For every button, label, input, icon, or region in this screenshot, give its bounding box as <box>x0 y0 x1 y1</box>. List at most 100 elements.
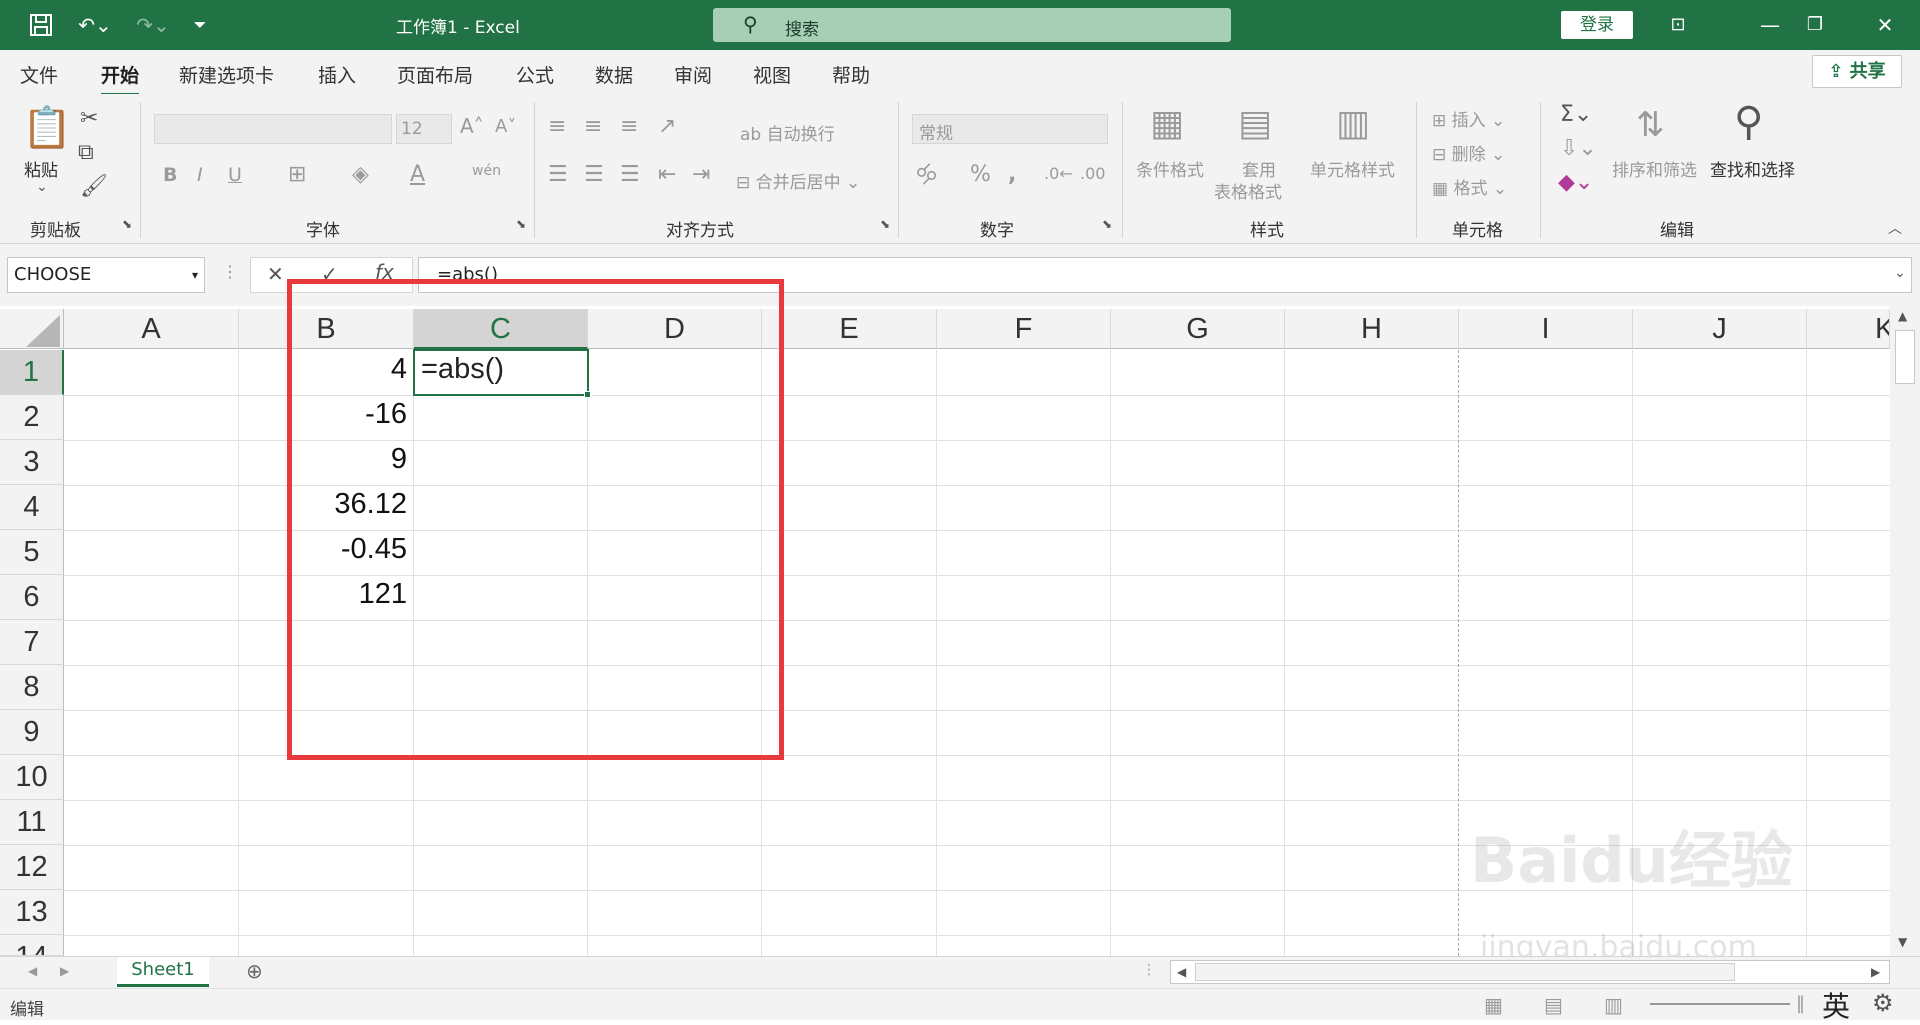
bold-icon[interactable]: B <box>163 166 177 185</box>
conditional-format-icon[interactable]: ▦ <box>1150 106 1184 142</box>
percent-icon[interactable]: % <box>970 164 991 186</box>
copy-icon[interactable]: ⧉ <box>78 142 94 164</box>
align-middle-icon[interactable]: ≡ <box>584 116 602 138</box>
conditional-format-label[interactable]: 条件格式 <box>1136 156 1204 181</box>
settings-gear-icon[interactable]: ⚙ <box>1872 991 1894 1015</box>
dialog-launcher-icon[interactable]: ⬊ <box>122 218 132 230</box>
phonetic-icon[interactable]: wén <box>472 164 501 178</box>
decrease-decimal-icon[interactable]: .00 <box>1080 166 1105 182</box>
underline-icon[interactable]: U <box>228 166 242 185</box>
undo-icon[interactable]: ↶⌄ <box>70 12 120 38</box>
row-header-3[interactable]: 3 <box>0 440 64 485</box>
font-size-combo[interactable]: 12 <box>396 114 452 144</box>
font-name-combo[interactable] <box>154 114 392 144</box>
customize-qat-icon[interactable]: ⏷ <box>188 12 212 38</box>
ime-indicator[interactable]: 英 <box>1822 985 1850 1025</box>
format-painter-icon[interactable]: 🖌 <box>80 176 108 198</box>
increase-font-icon[interactable]: A˄ <box>460 116 484 136</box>
tab-insert[interactable]: 插入 <box>318 61 356 88</box>
paste-dropdown-icon[interactable]: ⌄ <box>36 180 48 194</box>
scroll-right-icon[interactable]: ▶ <box>1871 966 1880 978</box>
row-header-2[interactable]: 2 <box>0 395 64 440</box>
format-table-label-2[interactable]: 表格格式 <box>1214 178 1282 203</box>
normal-view-icon[interactable]: ▦ <box>1484 995 1503 1015</box>
tab-page-layout[interactable]: 页面布局 <box>397 61 473 88</box>
vertical-scroll-thumb[interactable] <box>1895 330 1915 384</box>
name-box-dropdown-icon[interactable]: ▾ <box>192 258 198 292</box>
vertical-scrollbar[interactable]: ▲ ▼ <box>1890 306 1920 956</box>
align-center-icon[interactable]: ☰ <box>584 164 604 186</box>
expand-formula-icon[interactable]: ⌄ <box>1894 266 1906 280</box>
row-header-13[interactable]: 13 <box>0 890 64 935</box>
alignment-dialog-launcher-icon[interactable]: ⬊ <box>880 218 890 230</box>
row-header-6[interactable]: 6 <box>0 575 64 620</box>
page-break-view-icon[interactable]: ▥ <box>1604 995 1623 1015</box>
orientation-icon[interactable]: ↗ <box>658 116 676 138</box>
formula-bar-options-icon[interactable]: ⋮ <box>222 264 238 280</box>
clear-icon[interactable]: ◆⌄ <box>1558 172 1593 194</box>
font-color-icon[interactable]: A <box>410 164 425 186</box>
row-header-1[interactable]: 1 <box>0 350 64 395</box>
col-header-e[interactable]: E <box>762 309 937 349</box>
autosum-icon[interactable]: Σ⌄ <box>1560 104 1592 126</box>
zoom-slider[interactable] <box>1650 1003 1790 1005</box>
increase-indent-icon[interactable]: ⇥ <box>692 164 710 186</box>
align-top-icon[interactable]: ≡ <box>548 116 566 138</box>
horizontal-scroll-thumb[interactable] <box>1195 963 1735 981</box>
col-header-k[interactable]: K <box>1807 309 1890 349</box>
tab-home[interactable]: 开始 <box>101 61 140 96</box>
sheet-tab-sheet1[interactable]: Sheet1 <box>117 957 209 987</box>
row-header-14[interactable]: 14 <box>0 935 64 956</box>
scroll-left-icon[interactable]: ◀ <box>1177 966 1186 978</box>
sort-filter-icon[interactable]: ⇅ <box>1636 108 1665 142</box>
tab-file[interactable]: 文件 <box>20 61 58 88</box>
row-header-10[interactable]: 10 <box>0 755 64 800</box>
restore-icon[interactable]: ❐ <box>1800 12 1830 38</box>
tab-data[interactable]: 数据 <box>595 61 633 88</box>
merge-center-button[interactable]: ⊟ 合并后居中 ⌄ <box>736 168 860 193</box>
fill-color-icon[interactable]: ◈ <box>352 164 369 186</box>
borders-icon[interactable]: ⊞ <box>288 164 306 186</box>
ribbon-display-icon[interactable]: ⊡ <box>1663 12 1693 38</box>
redo-icon[interactable]: ↷⌄ <box>128 12 178 38</box>
horizontal-scrollbar[interactable]: ◀ ▶ <box>1170 960 1890 984</box>
decrease-font-icon[interactable]: A˅ <box>495 118 516 136</box>
wrap-text-button[interactable]: ab 自动换行 <box>740 120 835 145</box>
page-layout-view-icon[interactable]: ▤ <box>1544 995 1563 1015</box>
row-header-9[interactable]: 9 <box>0 710 64 755</box>
sort-filter-label[interactable]: 排序和筛选 <box>1612 156 1697 181</box>
tab-new[interactable]: 新建选项卡 <box>179 61 274 88</box>
decrease-indent-icon[interactable]: ⇤ <box>658 164 676 186</box>
name-box[interactable]: CHOOSE ▾ <box>7 257 205 293</box>
row-header-5[interactable]: 5 <box>0 530 64 575</box>
paste-label[interactable]: 粘贴 <box>24 156 58 181</box>
find-select-icon[interactable]: ⚲ <box>1734 102 1763 142</box>
cut-icon[interactable]: ✂ <box>80 108 98 130</box>
tab-help[interactable]: 帮助 <box>832 61 870 88</box>
tab-split-handle-icon[interactable]: ⋮ <box>1142 963 1156 977</box>
col-header-g[interactable]: G <box>1111 309 1285 349</box>
italic-icon[interactable]: I <box>197 166 203 185</box>
comma-style-icon[interactable]: , <box>1008 164 1016 186</box>
paste-icon[interactable]: 📋 <box>22 108 72 148</box>
row-header-4[interactable]: 4 <box>0 485 64 530</box>
col-header-i[interactable]: I <box>1459 309 1633 349</box>
collapse-ribbon-icon[interactable]: ︿ <box>1888 222 1902 236</box>
col-header-a[interactable]: A <box>64 309 239 349</box>
close-icon[interactable]: ✕ <box>1870 12 1900 38</box>
cell-styles-label[interactable]: 单元格样式 <box>1310 156 1395 181</box>
add-sheet-icon[interactable]: ⊕ <box>246 961 263 981</box>
next-sheet-icon[interactable]: ▶ <box>60 965 69 977</box>
align-bottom-icon[interactable]: ≡ <box>620 116 638 138</box>
minimize-icon[interactable]: — <box>1755 12 1785 38</box>
align-left-icon[interactable]: ☰ <box>548 164 568 186</box>
search-box[interactable]: ⚲ 搜索 <box>713 8 1231 42</box>
increase-decimal-icon[interactable]: .0← <box>1044 166 1073 182</box>
share-button[interactable]: ⇪ 共享 <box>1812 55 1902 88</box>
col-header-f[interactable]: F <box>937 309 1111 349</box>
currency-icon[interactable]: 🝰 <box>916 166 937 188</box>
row-header-11[interactable]: 11 <box>0 800 64 845</box>
row-header-7[interactable]: 7 <box>0 620 64 665</box>
row-header-8[interactable]: 8 <box>0 665 64 710</box>
save-icon[interactable] <box>26 12 56 38</box>
